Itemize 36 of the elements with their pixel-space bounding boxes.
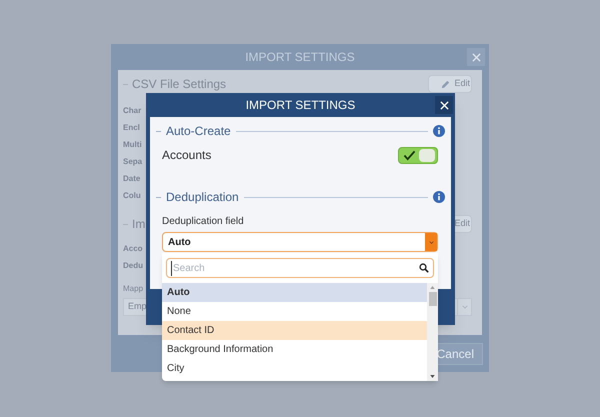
- field-label: Encl: [123, 122, 140, 134]
- search-field[interactable]: Search: [166, 258, 434, 278]
- field-label: Multi: [123, 139, 142, 151]
- info-icon: [433, 191, 445, 203]
- close-button[interactable]: [435, 96, 453, 114]
- close-icon: [472, 52, 480, 62]
- section-title: Auto-Create: [166, 123, 231, 140]
- search-icon: [419, 263, 429, 273]
- toggle-switch[interactable]: [398, 146, 438, 164]
- dialog-title: IMPORT SETTINGS: [246, 97, 356, 114]
- field-label: Sepa: [123, 156, 142, 168]
- dropdown-option[interactable]: Auto: [162, 283, 427, 302]
- select-field[interactable]: Auto: [162, 232, 438, 252]
- field-label: Char: [123, 105, 142, 117]
- section-title: Im: [132, 217, 146, 231]
- field-label: Dedu: [123, 260, 143, 272]
- field-label: Date: [123, 173, 140, 185]
- dropdown-option[interactable]: Contact ID: [162, 321, 427, 340]
- arrow-down-icon[interactable]: [430, 375, 435, 378]
- search-input[interactable]: Search: [171, 260, 419, 276]
- caret-icon: [425, 233, 437, 251]
- field-label: Mapp: [123, 283, 144, 295]
- section-title: CSV File Settings: [132, 77, 226, 91]
- scrollbar-thumb[interactable]: [428, 292, 436, 306]
- field-label: Acco: [123, 243, 143, 255]
- field-label: Deduplication field: [161, 215, 245, 229]
- scrollbar[interactable]: [427, 283, 438, 381]
- check-icon: [403, 150, 416, 160]
- arrow-up-icon[interactable]: [430, 286, 435, 289]
- section-title: Deduplication: [166, 189, 239, 206]
- toggle-label: Accounts: [162, 147, 212, 164]
- info-icon: [433, 125, 445, 137]
- dialog-title: IMPORT SETTINGS: [245, 49, 355, 66]
- pencil-icon: [440, 78, 452, 90]
- field-label: Colu: [123, 190, 141, 202]
- close-icon: [440, 100, 448, 110]
